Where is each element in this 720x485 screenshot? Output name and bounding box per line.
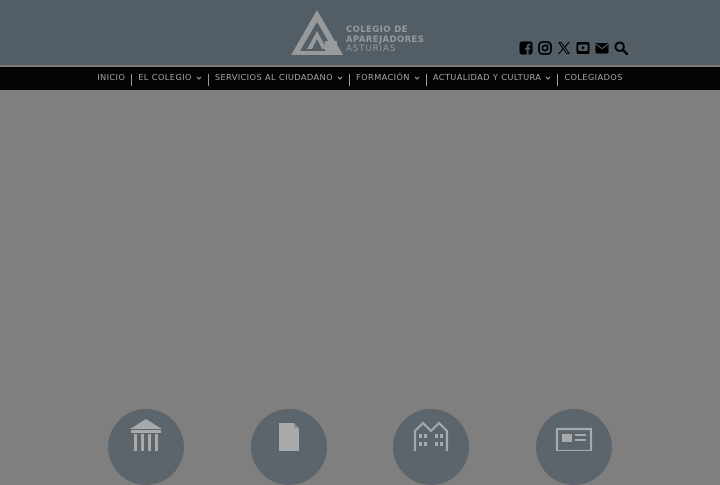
nav-label: FORMACIÓN [355,72,410,82]
news-icon [555,427,593,451]
nav-item-formacion[interactable]: FORMACIÓN [350,72,426,83]
feature-circle-pavilion[interactable] [108,409,184,485]
main-nav: INICIO EL COLEGIO SERVICIOS AL CIUDADANO… [0,65,720,90]
nav-item-colegiados[interactable]: COLEGIADOS [558,72,628,83]
search-icon[interactable] [614,41,628,55]
feature-circle-document[interactable] [251,409,327,485]
nav-item-actualidad[interactable]: ACTUALIDAD Y CULTURA [427,72,557,83]
chevron-down-icon [414,76,420,80]
logo-line-3: ASTURIAS [346,44,397,54]
chevron-down-icon [337,76,343,80]
logo-text: COLEGIO DE APAREJADORES ASTURIAS [346,25,424,55]
feature-circle-news[interactable] [536,409,612,485]
nav-item-el-colegio[interactable]: EL COLEGIO [132,72,208,83]
instagram-icon[interactable] [538,41,552,55]
chevron-down-icon [545,76,551,80]
x-icon[interactable] [557,41,571,55]
youtube-icon[interactable] [576,41,590,55]
site-logo[interactable]: COLEGIO DE APAREJADORES ASTURIAS [289,9,439,57]
logo-mark-icon [291,10,343,55]
nav-label: INICIO [97,72,126,82]
email-icon[interactable] [595,41,609,55]
nav-item-servicios[interactable]: SERVICIOS AL CIUDADANO [209,72,349,83]
nav-label: COLEGIADOS [564,72,623,82]
social-links [519,39,628,57]
facebook-icon[interactable] [519,41,533,55]
nav-label: EL COLEGIO [138,72,192,82]
site-header: COLEGIO DE APAREJADORES ASTURIAS [0,0,720,65]
feature-circle-buildings[interactable] [393,409,469,485]
document-icon [279,423,299,451]
pavilion-icon [130,419,162,451]
nav-label: SERVICIOS AL CIUDADANO [214,72,333,82]
buildings-icon [413,421,449,451]
nav-item-inicio[interactable]: INICIO [91,72,131,83]
chevron-down-icon [196,76,202,80]
nav-label: ACTUALIDAD Y CULTURA [432,72,542,82]
